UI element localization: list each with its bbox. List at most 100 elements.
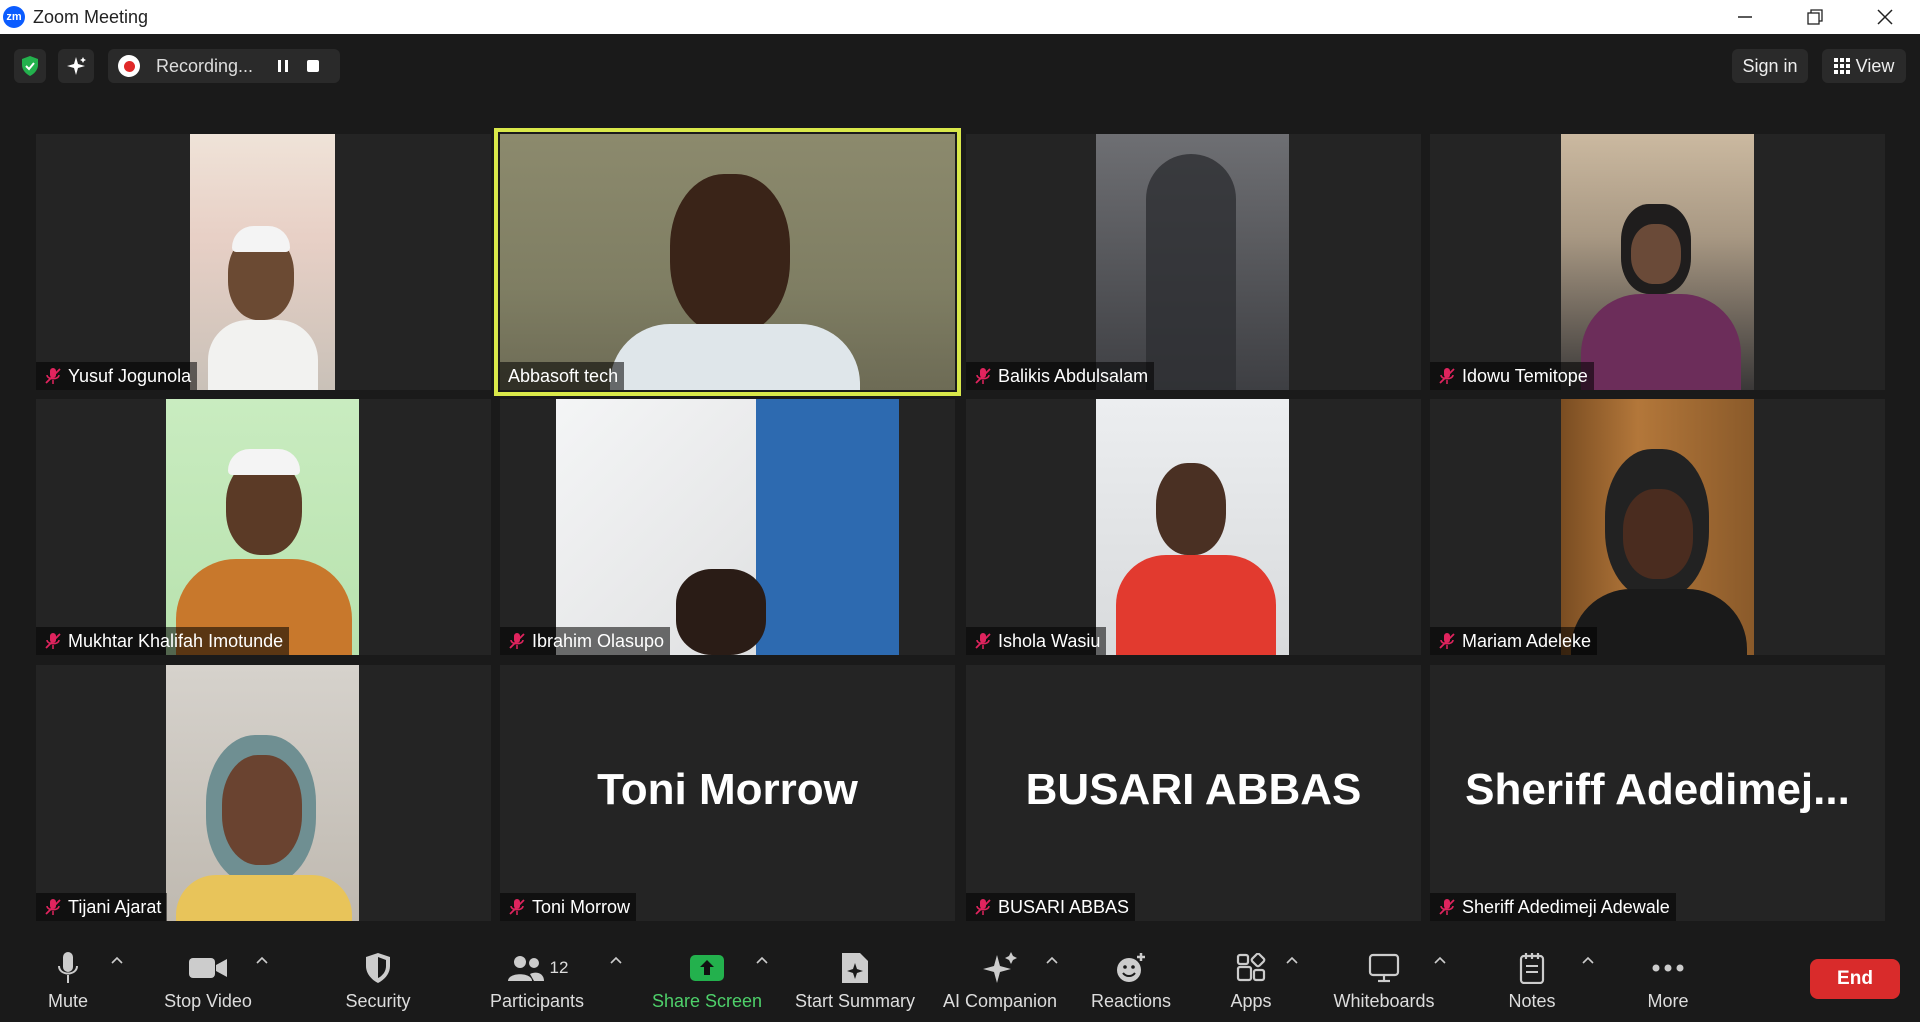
- participant-name: Ibrahim Olasupo: [532, 630, 665, 651]
- close-button[interactable]: [1850, 0, 1920, 34]
- audio-options-caret[interactable]: [107, 950, 127, 970]
- muted-mic-icon: [975, 633, 991, 649]
- participant-name: Mariam Adeleke: [1462, 630, 1592, 651]
- participant-name-tag: Sheriff Adedimeji Adewale: [1430, 893, 1676, 921]
- chevron-up-icon: [1286, 956, 1298, 964]
- participant-tile[interactable]: Yusuf Jogunola: [36, 134, 491, 390]
- muted-mic-icon: [1439, 633, 1455, 649]
- notes-button[interactable]: Notes: [1500, 930, 1564, 1022]
- video-camera-icon: [189, 958, 227, 978]
- chevron-up-icon: [111, 956, 123, 964]
- stop-video-button[interactable]: Stop Video: [158, 930, 258, 1022]
- reactions-button[interactable]: Reactions: [1086, 930, 1176, 1022]
- participant-video: [190, 134, 335, 390]
- restore-button[interactable]: [1780, 0, 1850, 34]
- participant-tile[interactable]: Idowu Temitope: [1430, 134, 1885, 390]
- participant-video: [1096, 399, 1289, 655]
- participant-display-name: BUSARI ABBAS: [1025, 765, 1362, 814]
- participants-options-caret[interactable]: [606, 950, 626, 970]
- participant-tile[interactable]: Mukhtar Khalifah Imotunde: [36, 399, 491, 655]
- video-options-caret[interactable]: [252, 950, 272, 970]
- ai-companion-options-caret[interactable]: [1042, 950, 1062, 970]
- muted-mic-icon: [45, 899, 61, 915]
- sign-in-label: Sign in: [1742, 55, 1798, 76]
- participant-name: Toni Morrow: [532, 896, 631, 917]
- participant-tile[interactable]: Ishola Wasiu: [966, 399, 1421, 655]
- apps-options-caret[interactable]: [1282, 950, 1302, 970]
- stop-recording-button[interactable]: [298, 59, 328, 73]
- apps-icon: [1236, 953, 1266, 982]
- mute-label: Mute: [47, 991, 89, 1011]
- view-label: View: [1855, 55, 1895, 76]
- participant-name-tag: Tijani Ajarat: [36, 893, 168, 921]
- muted-mic-icon: [975, 899, 991, 915]
- chevron-up-icon: [1582, 956, 1594, 964]
- participant-video: [1561, 134, 1754, 390]
- participant-name-tag: Ishola Wasiu: [966, 627, 1107, 655]
- stop-video-label: Stop Video: [164, 991, 252, 1011]
- whiteboards-button[interactable]: Whiteboards: [1328, 930, 1440, 1022]
- encryption-shield-button[interactable]: [14, 49, 46, 83]
- chevron-up-icon: [756, 956, 768, 964]
- view-button[interactable]: View: [1822, 49, 1906, 83]
- security-button[interactable]: Security: [338, 930, 418, 1022]
- participant-tile[interactable]: Mariam Adeleke: [1430, 399, 1885, 655]
- muted-mic-icon: [509, 633, 525, 649]
- whiteboards-options-caret[interactable]: [1430, 950, 1450, 970]
- ai-companion-top-button[interactable]: [58, 49, 94, 83]
- participants-label: Participants: [489, 991, 585, 1011]
- apps-label: Apps: [1230, 991, 1272, 1011]
- end-meeting-button[interactable]: End: [1810, 959, 1900, 999]
- notes-options-caret[interactable]: [1578, 950, 1598, 970]
- participant-tile-no-video[interactable]: BUSARI ABBAS BUSARI ABBAS: [966, 665, 1421, 921]
- notes-icon: [1519, 953, 1545, 984]
- share-screen-button[interactable]: Share Screen: [652, 930, 762, 1022]
- window-titlebar: zm Zoom Meeting: [0, 0, 1920, 34]
- sign-in-button[interactable]: Sign in: [1732, 49, 1808, 83]
- minimize-button[interactable]: [1710, 0, 1780, 34]
- zoom-app-icon: zm: [3, 6, 25, 28]
- participant-name-tag: Abbasoft tech: [500, 362, 625, 390]
- ai-companion-button[interactable]: AI Companion: [938, 930, 1062, 1022]
- microphone-icon: [58, 952, 78, 983]
- share-screen-label: Share Screen: [651, 991, 763, 1011]
- participant-name: Abbasoft tech: [508, 365, 619, 386]
- chevron-up-icon: [1434, 956, 1446, 964]
- participant-video: [556, 399, 899, 655]
- participant-name-tag: Yusuf Jogunola: [36, 362, 198, 390]
- record-dot-icon: [118, 55, 140, 77]
- participant-video: [500, 134, 955, 390]
- participant-name: Tijani Ajarat: [68, 896, 162, 917]
- whiteboards-label: Whiteboards: [1333, 991, 1435, 1011]
- participant-tile[interactable]: Ibrahim Olasupo: [500, 399, 955, 655]
- participant-name: Ishola Wasiu: [998, 630, 1101, 651]
- participant-name: Idowu Temitope: [1462, 365, 1588, 386]
- share-options-caret[interactable]: [752, 950, 772, 970]
- participant-video: [166, 399, 359, 655]
- participant-name-tag: Ibrahim Olasupo: [500, 627, 671, 655]
- recording-label: Recording...: [156, 55, 254, 76]
- participant-tile-active-speaker[interactable]: Abbasoft tech: [494, 128, 961, 396]
- close-icon: [1877, 9, 1893, 25]
- share-screen-icon: [690, 955, 724, 981]
- participant-video: [1096, 134, 1289, 390]
- participant-name-tag: Idowu Temitope: [1430, 362, 1594, 390]
- more-button[interactable]: More: [1640, 930, 1696, 1022]
- apps-button[interactable]: Apps: [1225, 930, 1277, 1022]
- chevron-up-icon: [610, 956, 622, 964]
- participant-tile-no-video[interactable]: Toni Morrow Toni Morrow: [500, 665, 955, 921]
- meeting-controls-bar: Mute Stop Video Security 12 Participants…: [0, 930, 1920, 1022]
- window-title: Zoom Meeting: [33, 6, 149, 27]
- mute-button[interactable]: Mute: [38, 930, 98, 1022]
- security-shield-icon: [366, 953, 390, 983]
- pause-recording-button[interactable]: [268, 59, 298, 73]
- participant-tile-no-video[interactable]: Sheriff Adedimej... Sheriff Adedimeji Ad…: [1430, 665, 1885, 921]
- muted-mic-icon: [45, 368, 61, 384]
- muted-mic-icon: [975, 368, 991, 384]
- start-summary-button[interactable]: Start Summary: [790, 930, 920, 1022]
- participants-button[interactable]: 12 Participants: [484, 930, 590, 1022]
- participant-tile[interactable]: Tijani Ajarat: [36, 665, 491, 921]
- ai-companion-label: AI Companion: [942, 991, 1058, 1011]
- participant-name: BUSARI ABBAS: [998, 896, 1130, 917]
- participant-tile[interactable]: Balikis Abdulsalam: [966, 134, 1421, 390]
